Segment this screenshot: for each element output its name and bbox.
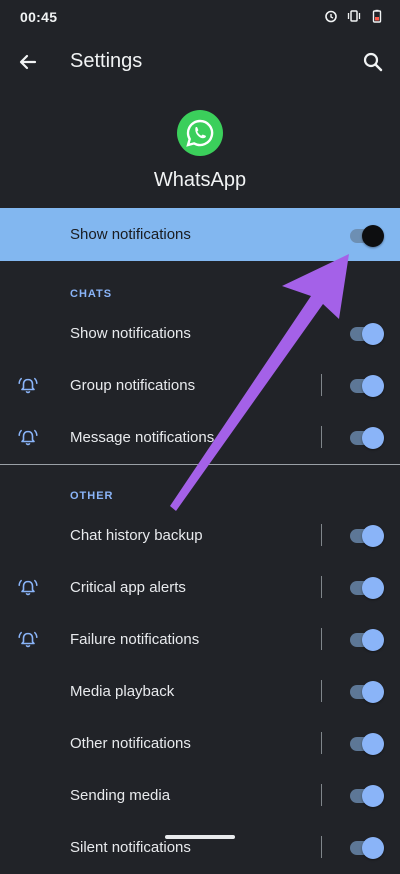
silent-notifications-toggle[interactable] [350, 837, 384, 859]
back-button[interactable] [14, 48, 42, 76]
page-title: Settings [70, 50, 143, 72]
vertical-divider [321, 628, 322, 650]
row-silent-notifications[interactable]: Silent notifications [0, 822, 400, 874]
app-bar: Settings [0, 34, 400, 90]
toggle-thumb [362, 577, 384, 599]
toggle-thumb [362, 323, 384, 345]
row-message-notifications[interactable]: Message notifications [0, 412, 400, 464]
row-sending-media[interactable]: Sending media [0, 770, 400, 822]
other-notifications-toggle[interactable] [350, 733, 384, 755]
master-show-notifications-label: Show notifications [70, 226, 191, 243]
status-bar: 00:45 [0, 0, 400, 34]
row-label: Failure notifications [70, 631, 200, 648]
vertical-divider [321, 426, 322, 448]
toggle-thumb [362, 681, 384, 703]
row-chats-show-notifications[interactable]: Show notifications [0, 308, 400, 360]
media-playback-toggle[interactable] [350, 681, 384, 703]
row-label: Media playback [70, 683, 175, 700]
sending-media-toggle[interactable] [350, 785, 384, 807]
row-critical-app-alerts[interactable]: Critical app alerts [0, 562, 400, 614]
battery-icon [370, 9, 384, 23]
section-header-chats: CHATS [70, 288, 113, 300]
row-other-notifications[interactable]: Other notifications [0, 718, 400, 770]
group-notifications-toggle[interactable] [350, 375, 384, 397]
vertical-divider [321, 374, 322, 396]
toggle-thumb [362, 427, 384, 449]
master-notifications-toggle[interactable] [350, 225, 384, 247]
message-notifications-toggle[interactable] [350, 427, 384, 449]
bell-alert-icon [17, 629, 39, 651]
row-label: Message notifications [70, 429, 215, 446]
row-label: Chat history backup [70, 527, 203, 544]
row-label: Sending media [70, 787, 171, 804]
critical-app-alerts-toggle[interactable] [350, 577, 384, 599]
whatsapp-logo-icon [177, 110, 223, 156]
section-divider [0, 464, 400, 465]
row-label: Group notifications [70, 377, 196, 394]
alarm-icon [324, 9, 338, 23]
back-arrow-icon [19, 54, 37, 70]
master-show-notifications-row[interactable]: Show notifications [0, 208, 400, 261]
gesture-nav-handle[interactable] [165, 835, 235, 839]
toggle-thumb [362, 525, 384, 547]
row-failure-notifications[interactable]: Failure notifications [0, 614, 400, 666]
failure-notifications-toggle[interactable] [350, 629, 384, 651]
vertical-divider [321, 784, 322, 806]
toggle-thumb [362, 837, 384, 859]
toggle-thumb [362, 785, 384, 807]
vertical-divider [321, 524, 322, 546]
row-label: Critical app alerts [70, 579, 186, 596]
toggle-thumb [362, 375, 384, 397]
vertical-divider [321, 680, 322, 702]
app-name: WhatsApp [153, 169, 247, 191]
row-label: Show notifications [70, 325, 191, 342]
bell-alert-icon [17, 577, 39, 599]
vibrate-icon [347, 9, 361, 23]
row-label: Silent notifications [70, 839, 191, 856]
bell-alert-icon [17, 427, 39, 449]
row-group-notifications[interactable]: Group notifications [0, 360, 400, 412]
vertical-divider [321, 576, 322, 598]
toggle-thumb [362, 225, 384, 247]
vertical-divider [321, 732, 322, 754]
status-time: 00:45 [20, 9, 58, 25]
vertical-divider [321, 836, 322, 858]
search-button[interactable] [359, 48, 387, 76]
toggle-thumb [362, 733, 384, 755]
chat-history-backup-toggle[interactable] [350, 525, 384, 547]
row-label: Other notifications [70, 735, 191, 752]
bell-alert-icon [17, 375, 39, 397]
chats-show-notifications-toggle[interactable] [350, 323, 384, 345]
status-icons [324, 9, 384, 23]
row-chat-history-backup[interactable]: Chat history backup [0, 510, 400, 562]
section-header-other: OTHER [70, 490, 114, 502]
toggle-thumb [362, 629, 384, 651]
search-icon [363, 52, 383, 72]
row-media-playback[interactable]: Media playback [0, 666, 400, 718]
